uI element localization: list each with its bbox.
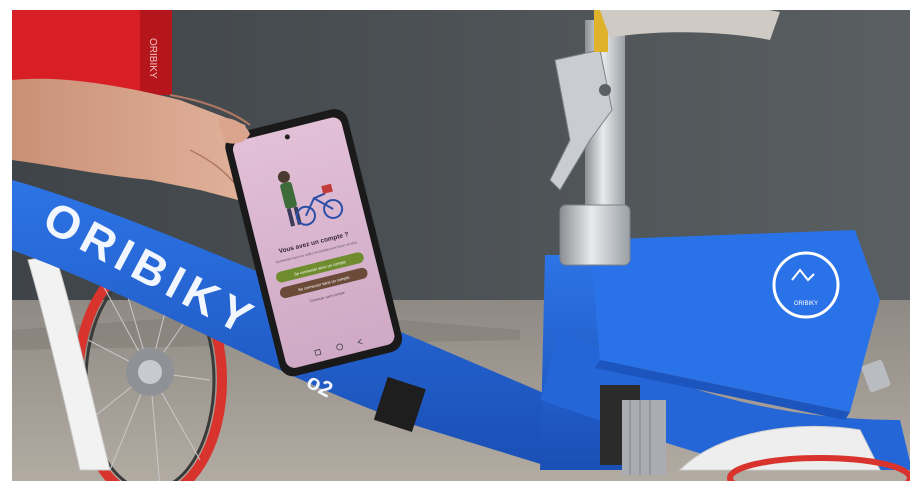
bike-photo: ORIBIKY ORIBIKY o2 ORIBIKY Vous avez un … xyxy=(0,0,920,491)
lock-badge: ORIBIKY xyxy=(794,301,818,307)
kiosk-text: ORIBIKY xyxy=(147,38,158,79)
